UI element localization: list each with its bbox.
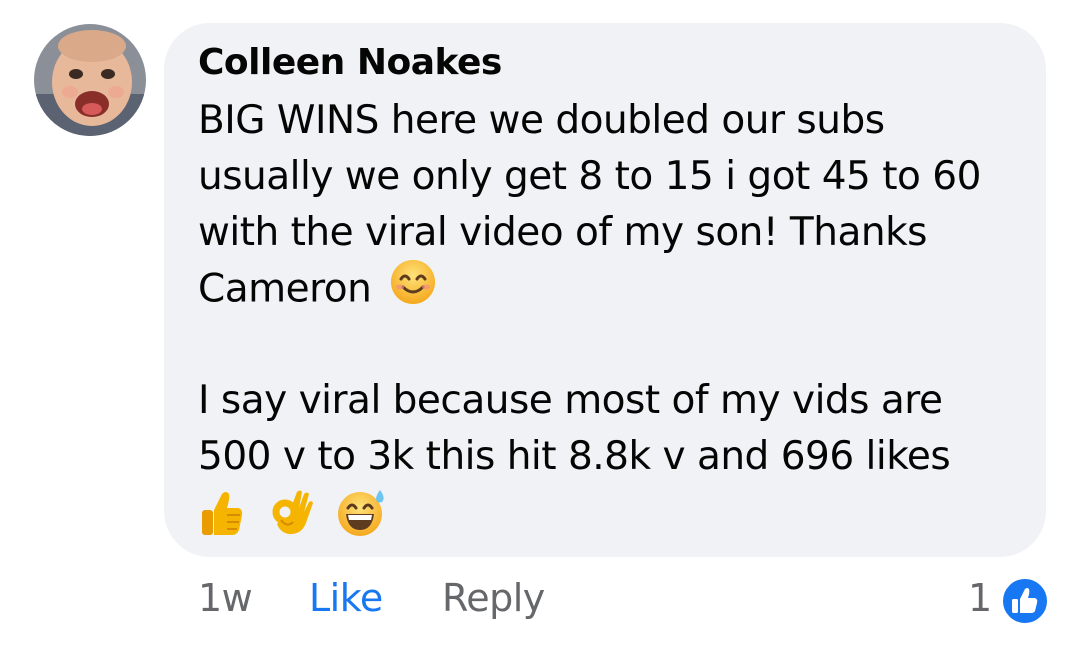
- comment-line-5: I say viral because most of my vids are: [198, 378, 943, 423]
- comment-line-2: usually we only get 8 to 15 i got 45 to …: [198, 154, 981, 199]
- thumbs-up-icon: [198, 488, 246, 542]
- comment-line-4-text: Cameron: [198, 266, 372, 312]
- reaction-count: 1: [968, 576, 993, 620]
- reply-button[interactable]: Reply: [442, 576, 545, 620]
- smiling-face-icon: [383, 260, 437, 316]
- like-button[interactable]: Like: [309, 576, 383, 620]
- ok-hand-icon: [267, 488, 315, 542]
- comment-author[interactable]: Colleen Noakes: [198, 42, 502, 83]
- like-reaction-icon: [1000, 576, 1050, 630]
- comment-line-3: with the viral video of my son! Thanks: [198, 210, 928, 255]
- comment-timestamp[interactable]: 1w: [198, 576, 253, 620]
- avatar[interactable]: [34, 24, 146, 136]
- baby-avatar-image: [34, 24, 146, 136]
- grinning-sweat-icon: [336, 488, 388, 542]
- comment-line-6: 500 v to 3k this hit 8.8k v and 696 like…: [198, 434, 951, 479]
- comment-line-1: BIG WINS here we doubled our subs: [198, 98, 885, 143]
- comment-line-4: Cameron: [198, 260, 437, 316]
- emoji-row: [198, 488, 388, 544]
